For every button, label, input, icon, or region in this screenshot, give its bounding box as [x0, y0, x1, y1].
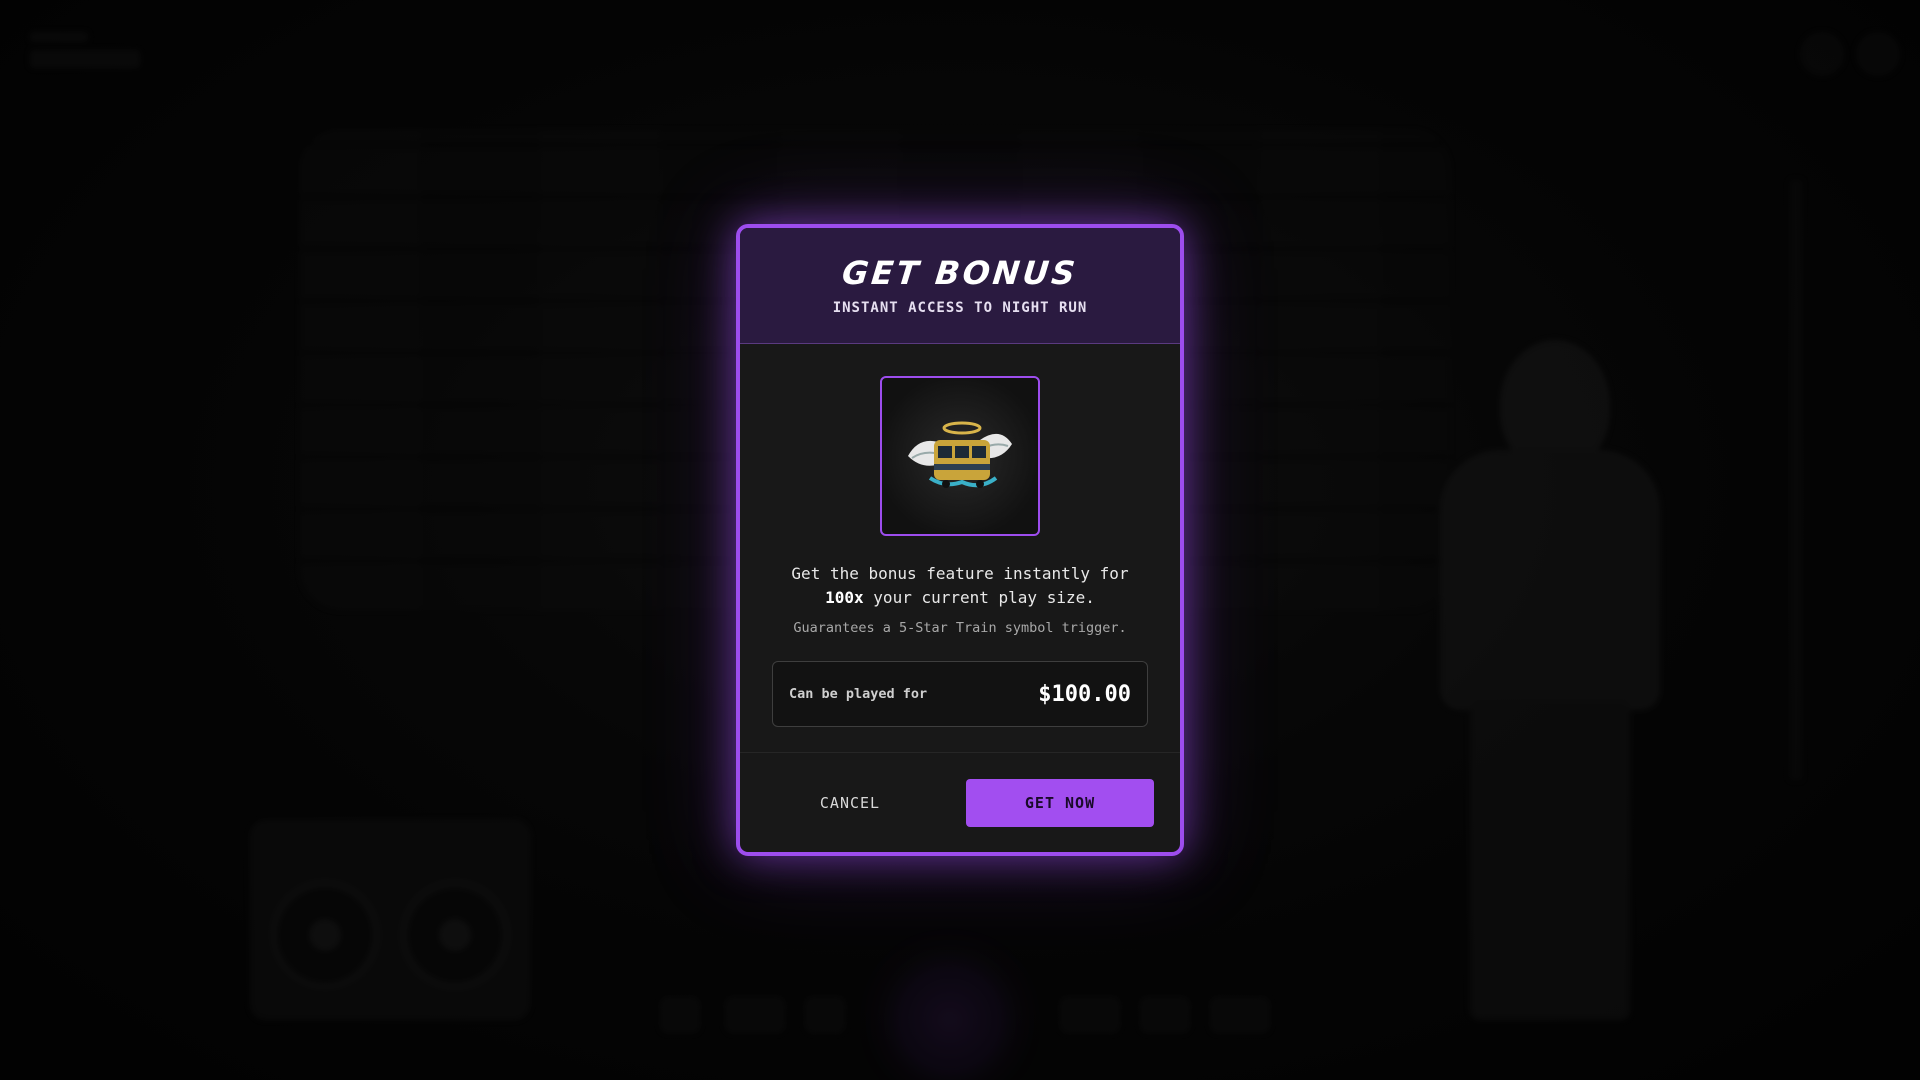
price-box: Can be played for $100.00	[772, 661, 1148, 727]
dialog-subtitle: INSTANT ACCESS TO NIGHT RUN	[832, 300, 1088, 316]
get-bonus-dialog: GET BONUS INSTANT ACCESS TO NIGHT RUN Ge…	[736, 224, 1184, 856]
description-text: Get the bonus feature instantly for	[791, 564, 1129, 583]
price-value: $100.00	[1038, 681, 1131, 707]
get-now-button[interactable]: GET NOW	[966, 778, 1154, 827]
bonus-note: Guarantees a 5-Star Train symbol trigger…	[793, 620, 1127, 636]
game-stage: GET BONUS INSTANT ACCESS TO NIGHT RUN Ge…	[0, 0, 1920, 1080]
winged-train-icon	[908, 421, 1012, 488]
price-label: Can be played for	[789, 686, 928, 702]
cancel-button[interactable]: CANCEL	[760, 779, 940, 827]
dialog-header: GET BONUS INSTANT ACCESS TO NIGHT RUN	[740, 228, 1180, 344]
dialog-title: GET BONUS	[840, 254, 1080, 292]
multiplier-value: 100x	[825, 588, 864, 607]
dialog-body: Get the bonus feature instantly for 100x…	[740, 344, 1180, 727]
dialog-footer: CANCEL GET NOW	[740, 752, 1180, 852]
bonus-symbol-frame	[880, 376, 1040, 536]
bonus-description: Get the bonus feature instantly for 100x…	[772, 562, 1148, 610]
description-text-end: your current play size.	[873, 588, 1095, 607]
